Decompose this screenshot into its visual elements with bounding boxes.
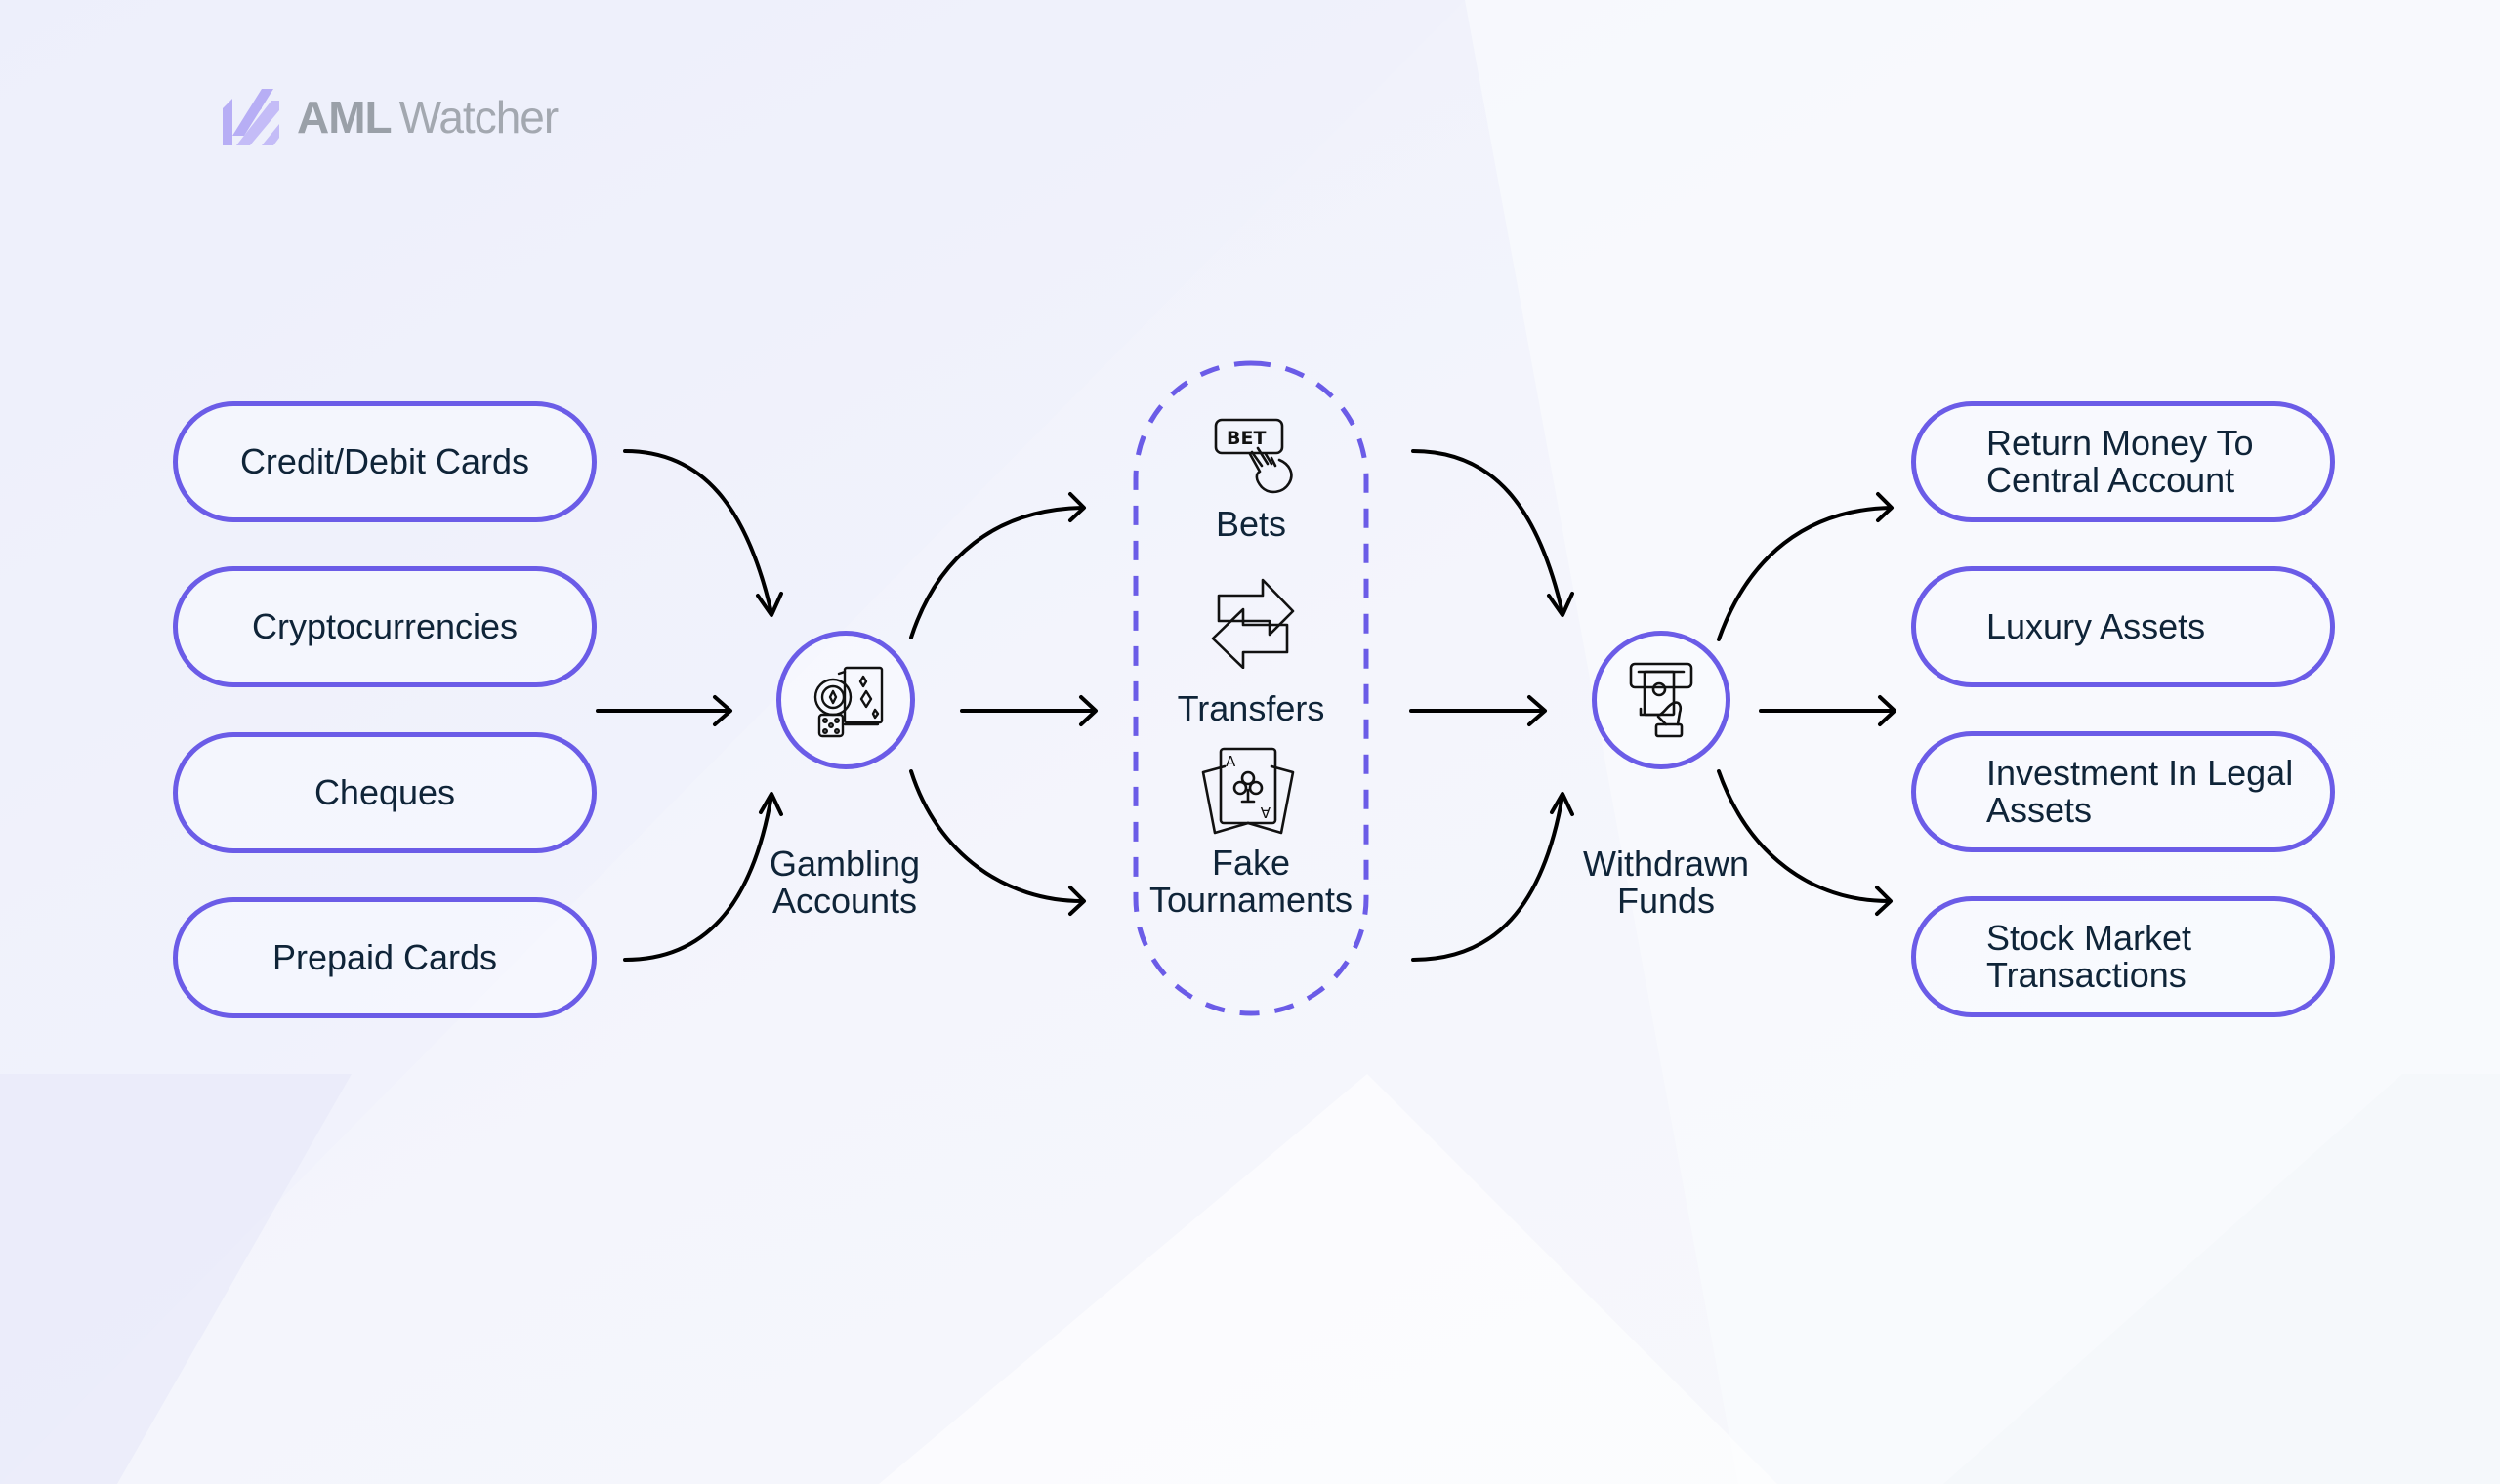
label-line: Fake	[1211, 843, 1291, 883]
label-line: Transfers	[1177, 688, 1325, 728]
arrow-withdrawn-to-luxury	[1759, 695, 1896, 726]
brand-name-light: Watcher	[398, 92, 560, 143]
label-line: Gambling	[769, 844, 921, 884]
source-label: Prepaid Cards	[271, 937, 498, 977]
arrow-gambling-to-bets	[909, 492, 1086, 639]
destination-pill-investment-legal-assets: Investment In Legal Assets	[1911, 731, 2335, 852]
destination-label-line: Investment In Legal	[1986, 753, 2294, 793]
destination-label-line: Stock Market	[1986, 918, 2192, 958]
withdrawn-funds-node	[1592, 631, 1730, 769]
logo-mark-icon	[223, 89, 279, 145]
arrow-gambling-to-tournaments	[909, 769, 1086, 916]
destination-label-line: Transactions	[1986, 955, 2187, 995]
destination-label-line: Luxury Assets	[1986, 606, 2206, 646]
svg-text:A: A	[1226, 753, 1236, 770]
arrow-credit-to-gambling	[623, 449, 783, 617]
source-label: Cryptocurrencies	[251, 606, 519, 646]
svg-text:BET: BET	[1227, 428, 1266, 449]
bet-button-hand-icon: BET	[1214, 418, 1293, 494]
label-line: Bets	[1215, 504, 1287, 544]
gambling-accounts-node	[776, 631, 915, 769]
method-label-transfers: Transfers	[1134, 690, 1368, 727]
destination-label-line: Return Money To	[1986, 423, 2254, 463]
transfer-arrows-icon	[1211, 578, 1295, 669]
label-line: Tournaments	[1148, 880, 1354, 920]
arrow-bets-to-withdrawn	[1411, 449, 1574, 617]
arrow-withdrawn-to-return	[1717, 492, 1894, 641]
label-line: Withdrawn	[1582, 844, 1750, 884]
source-label: Credit/Debit Cards	[239, 441, 530, 481]
label-line: Accounts	[771, 881, 918, 921]
brand-name: AML Watcher	[297, 92, 560, 143]
method-label-bets: Bets	[1134, 506, 1368, 543]
destination-label-line: Central Account	[1986, 460, 2235, 500]
destination-pill-luxury-assets: Luxury Assets	[1911, 566, 2335, 687]
playing-cards-icon: A A	[1201, 747, 1295, 835]
brand-name-bold: AML	[297, 92, 393, 143]
svg-text:A: A	[1260, 804, 1271, 821]
arrow-tournaments-to-withdrawn	[1411, 792, 1574, 962]
source-pill-cryptocurrencies: Cryptocurrencies	[173, 566, 597, 687]
brand-logo: AML Watcher	[223, 88, 560, 146]
label-line: Funds	[1616, 881, 1716, 921]
arrow-transfers-to-withdrawn	[1409, 695, 1547, 726]
withdrawn-funds-label: Withdrawn Funds	[1568, 845, 1764, 920]
destination-pill-stock-market: Stock Market Transactions	[1911, 896, 2335, 1017]
source-pill-cheques: Cheques	[173, 732, 597, 853]
source-pill-credit-debit-cards: Credit/Debit Cards	[173, 401, 597, 522]
source-pill-prepaid-cards: Prepaid Cards	[173, 897, 597, 1018]
gambling-accounts-label: Gambling Accounts	[754, 845, 936, 920]
source-label: Cheques	[313, 772, 456, 812]
destination-label-line: Assets	[1986, 790, 2093, 830]
destination-pill-return-money: Return Money To Central Account	[1911, 401, 2335, 522]
casino-chips-cards-dice-icon	[813, 666, 884, 738]
arrow-middle-to-gambling	[596, 695, 732, 726]
atm-cash-withdrawal-icon	[1629, 662, 1693, 738]
method-label-fake-tournaments: Fake Tournaments	[1134, 845, 1368, 919]
arrow-gambling-to-transfers	[960, 695, 1098, 726]
